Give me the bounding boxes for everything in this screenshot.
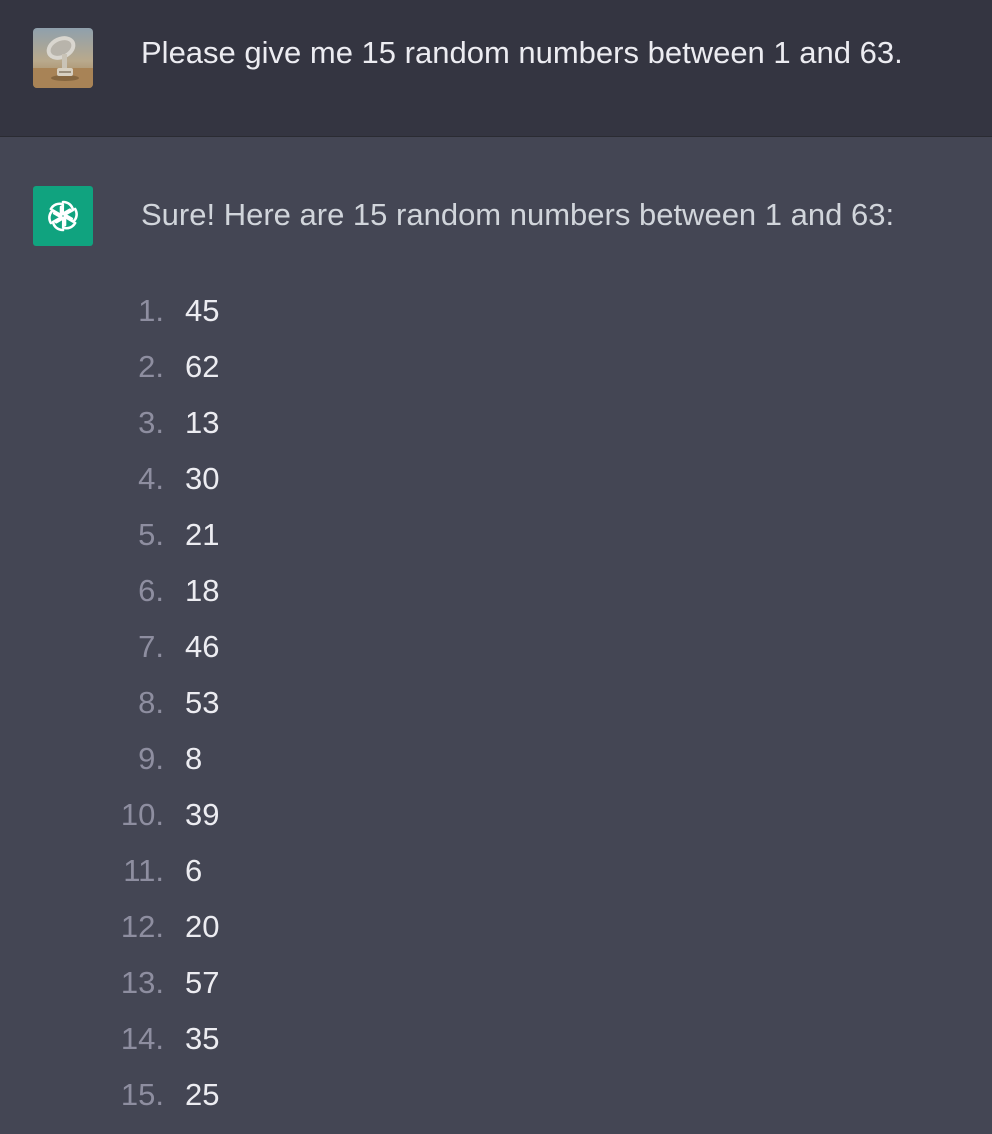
assistant-avatar [33,186,93,246]
list-item-value: 46 [185,629,220,664]
list-item-value: 25 [185,1077,220,1112]
list-item-value: 18 [185,573,220,608]
list-item: 7. 46 [0,627,992,683]
list-item-number: 13. [120,965,164,1000]
list-item-number: 1. [138,293,164,328]
list-item: 6. 18 [0,571,992,627]
list-item-number: 11. [123,853,164,888]
list-item: 10. 39 [0,795,992,851]
list-item-value: 62 [185,349,220,384]
list-item: 2. 62 [0,347,992,403]
list-item: 4. 30 [0,459,992,515]
list-item-value: 57 [185,965,220,1000]
list-item-value: 6 [185,853,203,888]
list-item: 8. 53 [0,683,992,739]
list-item-value: 53 [185,685,220,720]
assistant-message-row: Sure! Here are 15 random numbers between… [0,137,992,1134]
list-item-value: 39 [185,797,220,832]
list-item-number: 6. [138,573,164,608]
satellite-dish-photo [33,28,93,88]
list-item-number: 4. [138,461,164,496]
list-item: 9. 8 [0,739,992,795]
list-item: 3. 13 [0,403,992,459]
list-item-number: 2. [138,349,164,384]
list-item-number: 3. [138,405,164,440]
list-item: 11. 6 [0,851,992,907]
list-item: 5. 21 [0,515,992,571]
list-item-value: 20 [185,909,220,944]
list-item-number: 15. [120,1077,164,1112]
list-item-number: 5. [138,517,164,552]
list-item-number: 8. [138,685,164,720]
assistant-intro-text: Sure! Here are 15 random numbers between… [141,197,895,232]
list-item-number: 14. [120,1021,164,1056]
user-message-text: Please give me 15 random numbers between… [141,35,903,70]
list-item-number: 7. [138,629,164,664]
openai-logo-icon [44,199,82,233]
list-item: 1. 45 [0,291,992,347]
list-item: 12. 20 [0,907,992,963]
list-item: 13. 57 [0,963,992,1019]
user-message-row: Please give me 15 random numbers between… [0,0,992,137]
list-item-value: 21 [185,517,220,552]
list-item: 15. 25 [0,1075,992,1131]
list-item-number: 9. [138,741,164,776]
number-list: 1. 45 2. 62 3. 13 4. 30 5. 21 6. 18 7. 46 8. 53 9. 8 10. 39… [0,291,992,1131]
list-item-value: 8 [185,741,203,776]
list-item-number: 12. [120,909,164,944]
list-item-number: 10. [120,797,164,832]
user-avatar [33,28,93,88]
list-item-value: 13 [185,405,220,440]
list-item-value: 45 [185,293,220,328]
list-item-value: 30 [185,461,220,496]
list-item: 14. 35 [0,1019,992,1075]
list-item-value: 35 [185,1021,220,1056]
